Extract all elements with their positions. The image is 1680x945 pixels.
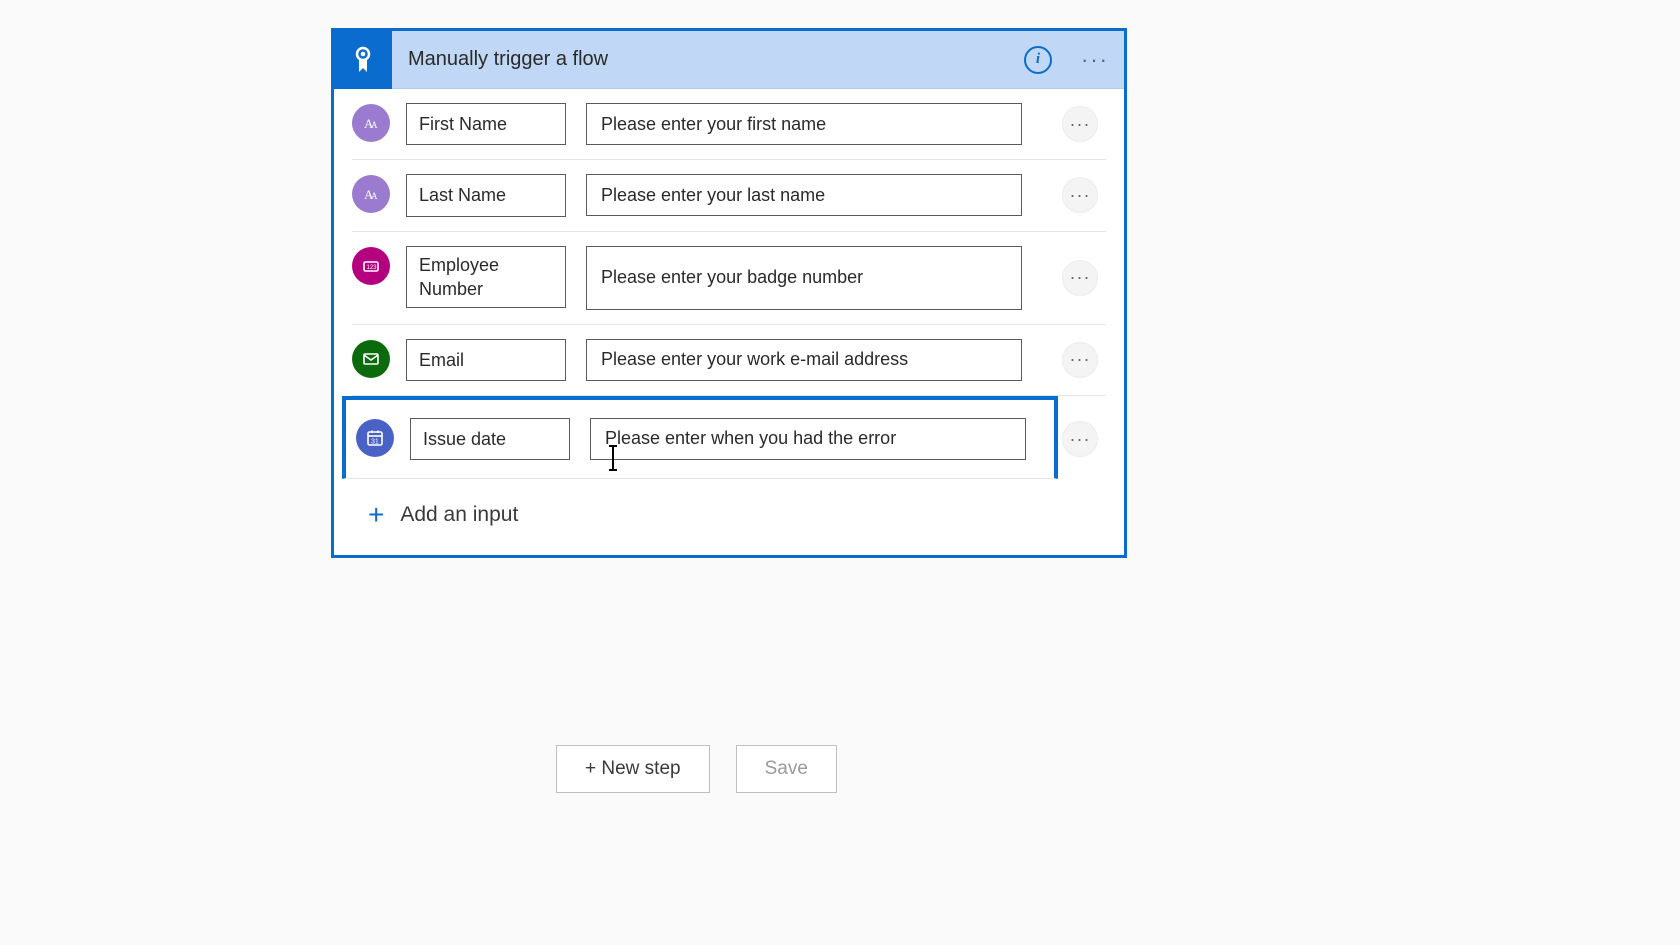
svg-text:A: A xyxy=(371,191,378,201)
input-description-field[interactable] xyxy=(590,418,1026,460)
number-type-icon: 123 xyxy=(352,247,390,285)
inputs-container: AA First Name ··· AA Last Name ··· 123 E… xyxy=(334,89,1124,555)
date-type-icon: 31 xyxy=(356,419,394,457)
save-button[interactable]: Save xyxy=(736,745,837,793)
input-description-field[interactable] xyxy=(586,103,1022,145)
trigger-icon xyxy=(334,31,392,89)
input-row-employee-number: 123 Employee Number ··· xyxy=(352,232,1106,325)
input-name-field[interactable]: First Name xyxy=(406,103,566,145)
input-row-last-name: AA Last Name ··· xyxy=(352,160,1106,231)
text-cursor-icon xyxy=(612,446,614,470)
trigger-header[interactable]: Manually trigger a flow i ··· xyxy=(334,31,1124,89)
input-description-field[interactable] xyxy=(586,339,1022,381)
input-name-text: Employee Number xyxy=(419,253,553,302)
svg-text:A: A xyxy=(371,120,378,130)
input-row-first-name: AA First Name ··· xyxy=(352,89,1106,160)
footer-buttons: + New step Save xyxy=(556,745,837,793)
plus-icon: + xyxy=(368,501,384,529)
email-type-icon xyxy=(352,340,390,378)
trigger-card: Manually trigger a flow i ··· AA First N… xyxy=(331,28,1127,558)
add-input-label: Add an input xyxy=(400,503,518,527)
input-name-field[interactable]: Email xyxy=(406,339,566,381)
svg-text:123: 123 xyxy=(367,265,378,271)
input-name-field[interactable]: Employee Number xyxy=(406,246,566,309)
svg-text:31: 31 xyxy=(371,438,379,445)
row-more-icon[interactable]: ··· xyxy=(1062,106,1098,142)
input-name-field[interactable]: Last Name xyxy=(406,174,566,216)
input-name-field[interactable]: Issue date xyxy=(410,418,570,460)
trigger-title: Manually trigger a flow xyxy=(392,48,1024,71)
new-step-button[interactable]: + New step xyxy=(556,745,710,793)
input-description-field[interactable] xyxy=(586,246,1022,310)
input-description-field[interactable] xyxy=(586,174,1022,216)
row-more-icon[interactable]: ··· xyxy=(1062,260,1098,296)
row-more-icon[interactable]: ··· xyxy=(1062,342,1098,378)
text-type-icon: AA xyxy=(352,104,390,142)
row-more-icon[interactable]: ··· xyxy=(1062,421,1098,457)
row-more-icon[interactable]: ··· xyxy=(1062,177,1098,213)
add-input-button[interactable]: + Add an input xyxy=(352,479,1106,555)
text-type-icon: AA xyxy=(352,175,390,213)
info-icon[interactable]: i xyxy=(1024,46,1052,74)
header-more-icon[interactable]: ··· xyxy=(1080,45,1110,75)
input-row-email: Email ··· xyxy=(352,325,1106,396)
input-row-issue-date: 31 Issue date ··· xyxy=(342,396,1058,479)
